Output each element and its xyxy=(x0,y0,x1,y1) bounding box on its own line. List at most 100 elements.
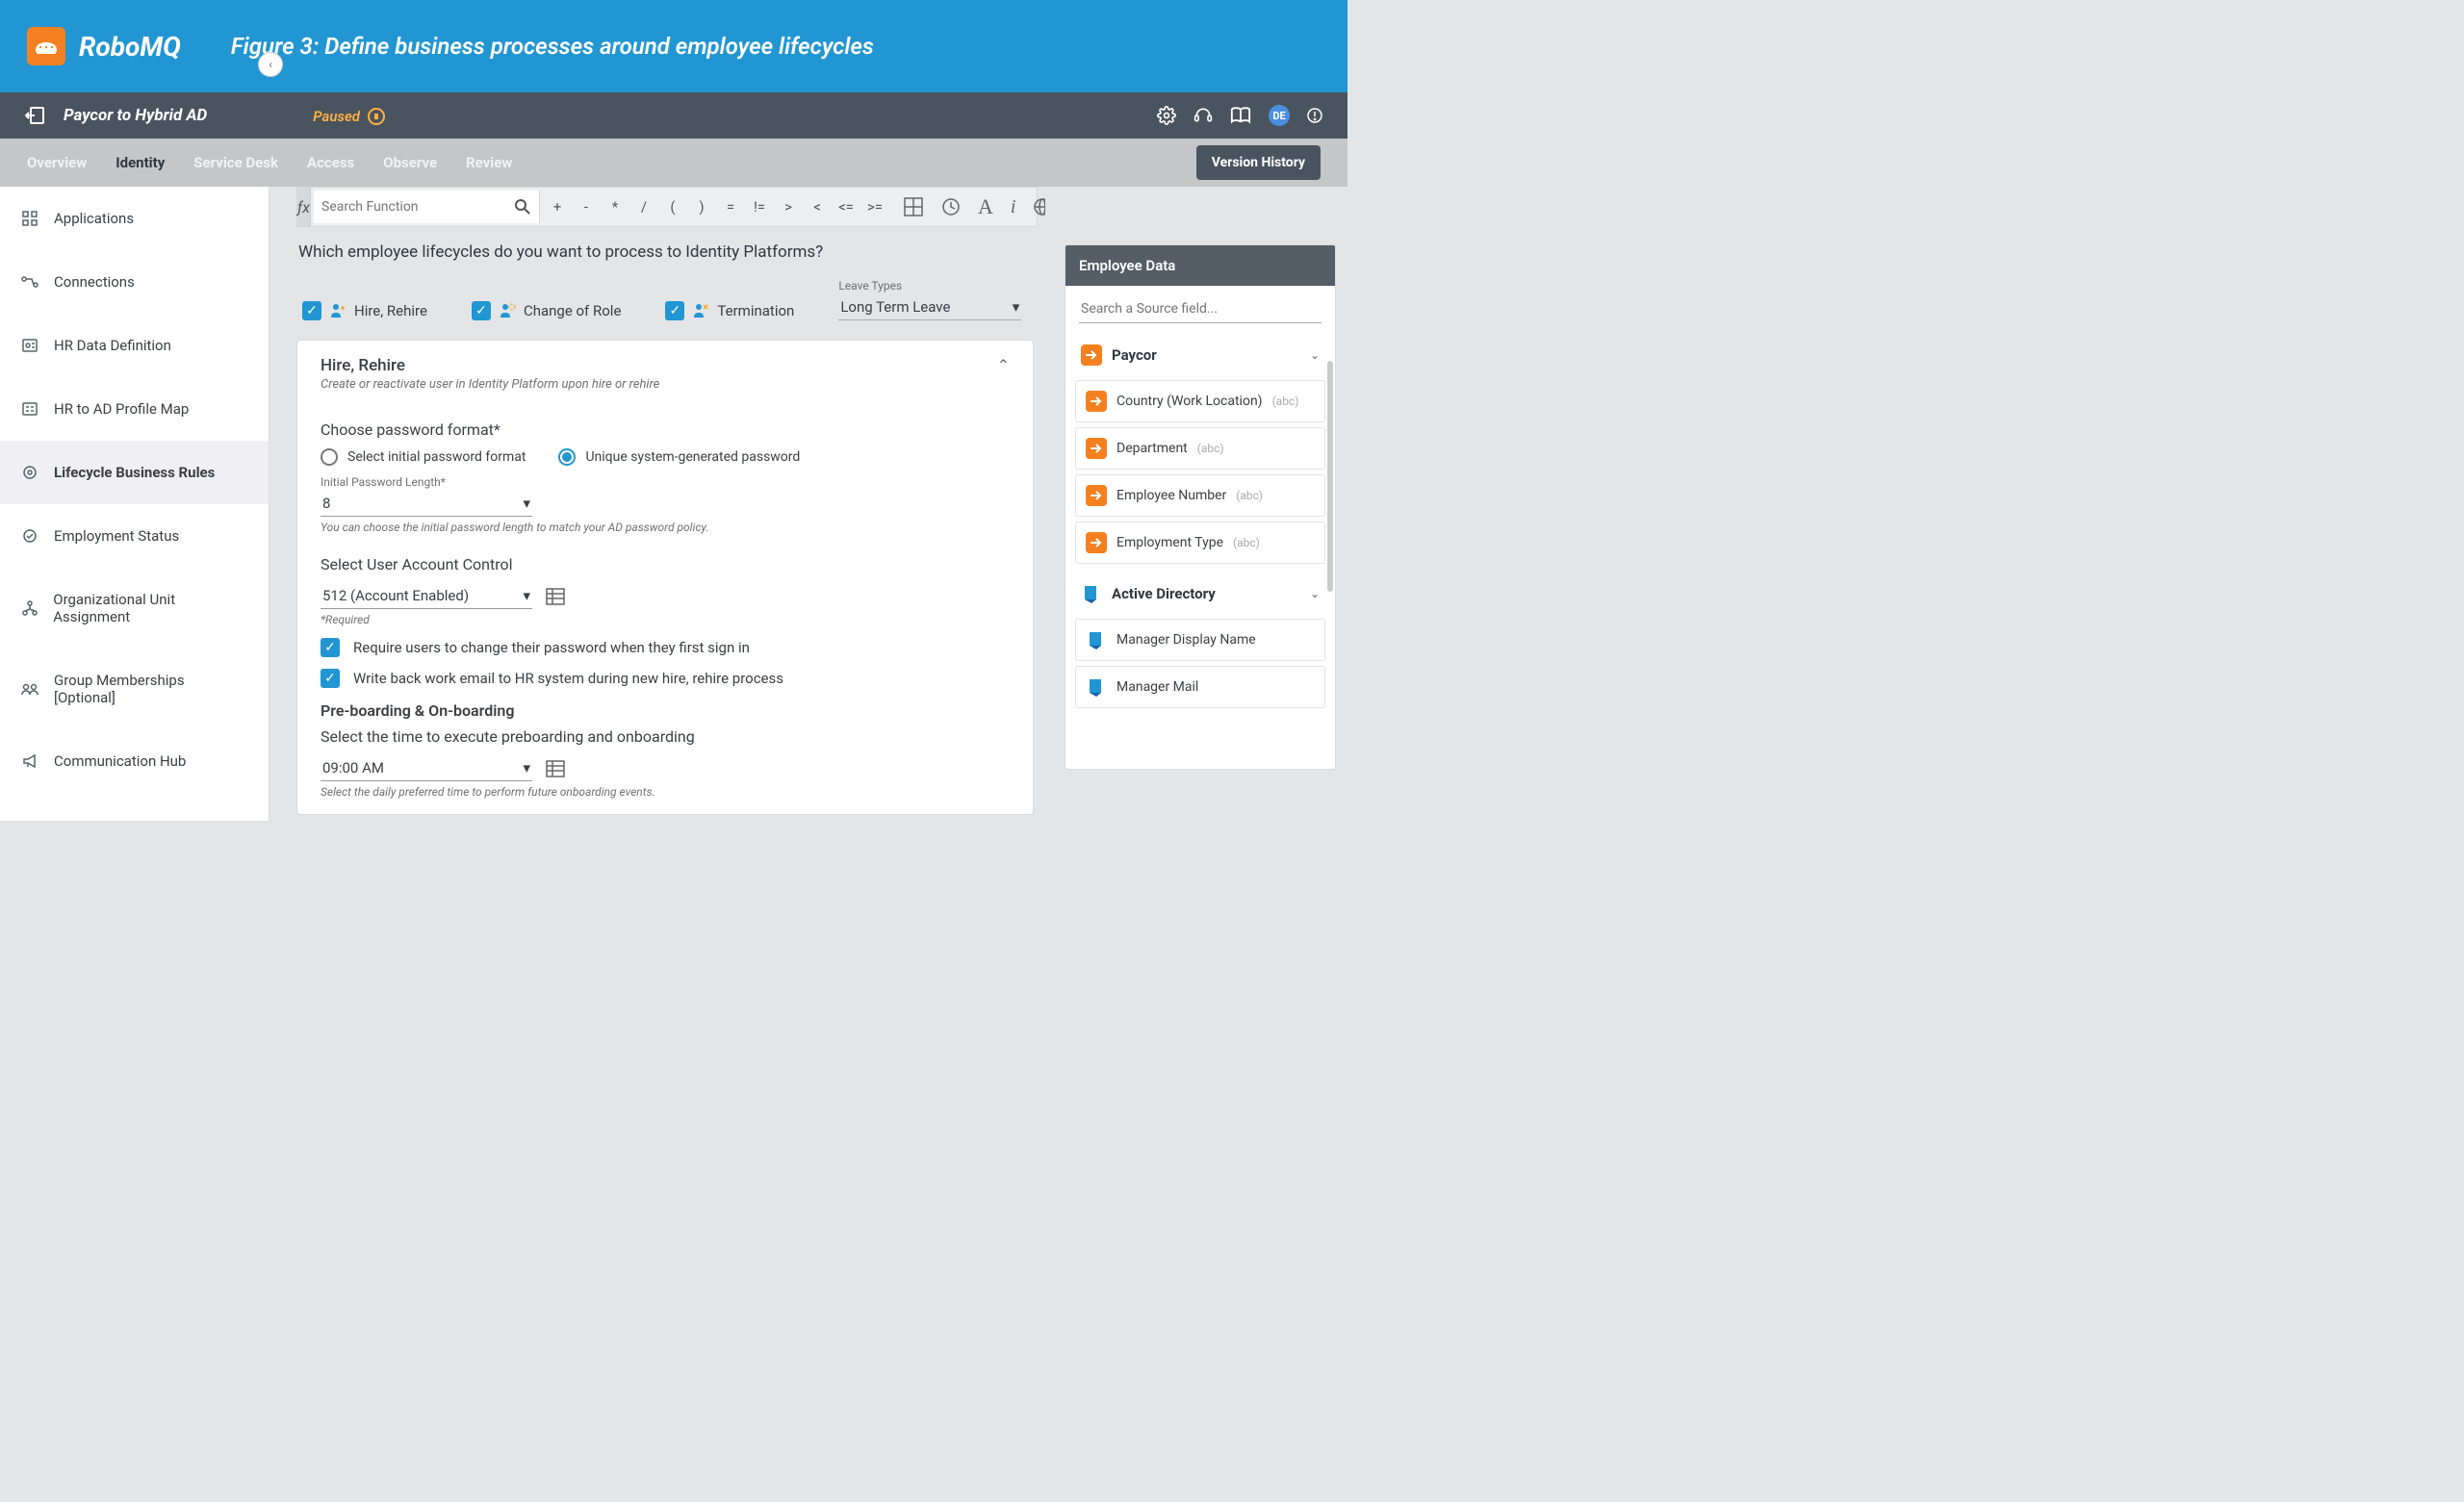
alert-icon[interactable] xyxy=(1307,108,1322,123)
avatar[interactable]: DE xyxy=(1269,105,1290,126)
tabs-row: Overview Identity Service Desk Access Ob… xyxy=(0,139,1348,187)
hire-label: Hire, Rehire xyxy=(354,302,427,319)
op-minus[interactable]: - xyxy=(572,198,601,216)
sidebar-collapse-toggle[interactable]: ‹ xyxy=(258,52,283,77)
pw-system-generated-radio[interactable]: Unique system-generated password xyxy=(558,448,800,466)
paycor-icon xyxy=(1086,485,1107,506)
op-neq[interactable]: != xyxy=(745,198,774,216)
tab-overview[interactable]: Overview xyxy=(27,154,87,171)
megaphone-icon xyxy=(21,754,38,768)
op-rparen[interactable]: ) xyxy=(687,198,716,216)
fx-icon: ƒx xyxy=(297,188,311,226)
sidebar-label: Communication Hub xyxy=(54,752,186,770)
hire-rehire-panel: Hire, Rehire Create or reactivate user i… xyxy=(296,340,1034,815)
info-tool-icon[interactable]: i xyxy=(1011,196,1016,218)
settings-icon[interactable] xyxy=(1157,106,1176,125)
preboarding-heading: Pre-boarding & On-boarding xyxy=(321,701,1010,720)
version-history-button[interactable]: Version History xyxy=(1196,145,1321,180)
tab-review[interactable]: Review xyxy=(466,154,512,171)
tab-observe[interactable]: Observe xyxy=(383,154,437,171)
paycor-icon xyxy=(1081,344,1102,366)
change-icon xyxy=(499,302,516,319)
field-country[interactable]: Country (Work Location) (abc) xyxy=(1075,380,1325,422)
sidebar-item-applications[interactable]: Applications xyxy=(0,187,269,250)
panel-subtitle: Create or reactivate user in Identity Pl… xyxy=(321,377,659,392)
status-paused: Paused xyxy=(313,108,360,125)
leave-types-select[interactable]: Long Term Leave ▾ xyxy=(838,294,1021,320)
field-department[interactable]: Department (abc) xyxy=(1075,427,1325,470)
hire-checkbox[interactable]: ✓ xyxy=(302,301,321,320)
chevron-down-icon: ⌄ xyxy=(1310,348,1320,362)
tab-access[interactable]: Access xyxy=(307,154,354,171)
sidebar-item-ou-assignment[interactable]: Organizational Unit Assignment xyxy=(0,568,269,649)
require-pw-change-label: Require users to change their password w… xyxy=(353,639,750,656)
employee-data-panel: Employee Data Paycor ⌄ Country (Work Loc… xyxy=(1065,244,1336,770)
search-icon[interactable] xyxy=(514,198,531,216)
chevron-down-icon: ⌄ xyxy=(1310,587,1320,600)
pw-length-label: Initial Password Length* xyxy=(321,475,1010,489)
chevron-down-icon: ▾ xyxy=(1013,298,1020,316)
ad-icon xyxy=(1081,583,1102,604)
sidebar-item-hr-data[interactable]: HR Data Definition xyxy=(0,314,269,377)
paycor-group-toggle[interactable]: Paycor ⌄ xyxy=(1075,335,1325,375)
op-lte[interactable]: <= xyxy=(832,198,860,216)
text-tool-icon[interactable]: A xyxy=(978,194,993,219)
sidebar-item-group-memberships[interactable]: Group Memberships [Optional] xyxy=(0,649,269,729)
op-lparen[interactable]: ( xyxy=(658,198,687,216)
clock-tool-icon[interactable] xyxy=(941,197,961,216)
chevron-down-icon: ▾ xyxy=(523,495,530,512)
pw-length-select[interactable]: 8▾ xyxy=(321,491,532,517)
hr-data-icon xyxy=(21,338,38,353)
docs-icon[interactable] xyxy=(1230,106,1251,125)
writeback-checkbox[interactable]: ✓ xyxy=(321,669,340,688)
field-employment-type[interactable]: Employment Type (abc) xyxy=(1075,522,1325,564)
term-checkbox[interactable]: ✓ xyxy=(665,301,684,320)
ad-group-toggle[interactable]: Active Directory ⌄ xyxy=(1075,573,1325,614)
table-lookup-icon[interactable] xyxy=(546,760,565,777)
field-manager-display-name[interactable]: Manager Display Name xyxy=(1075,619,1325,661)
sidebar-item-communication-hub[interactable]: Communication Hub xyxy=(0,729,269,793)
scrollbar[interactable] xyxy=(1327,361,1333,592)
org-icon xyxy=(21,600,38,616)
term-icon xyxy=(692,302,709,319)
globe-tool-icon[interactable] xyxy=(1033,197,1045,216)
panel-title: Hire, Rehire xyxy=(321,356,659,375)
tab-service-desk[interactable]: Service Desk xyxy=(193,154,278,171)
preboard-time-select[interactable]: 09:00 AM▾ xyxy=(321,755,532,781)
sidebar-item-profile-map[interactable]: HR to AD Profile Map xyxy=(0,377,269,441)
uac-select[interactable]: 512 (Account Enabled)▾ xyxy=(321,583,532,609)
change-label: Change of Role xyxy=(524,302,621,319)
brand-header: RoboMQ Figure 3: Define business process… xyxy=(0,0,1348,92)
op-gt[interactable]: > xyxy=(774,198,803,216)
op-eq[interactable]: = xyxy=(716,198,745,216)
status-icon xyxy=(21,528,38,544)
function-search-input[interactable] xyxy=(321,199,514,215)
sidebar-item-lifecycle-rules[interactable]: Lifecycle Business Rules xyxy=(0,441,269,504)
require-pw-change-checkbox[interactable]: ✓ xyxy=(321,638,340,657)
sidebar-label: Applications xyxy=(54,210,134,227)
panel-collapse-toggle[interactable]: ⌃ xyxy=(997,356,1010,374)
preboard-hint: Select the daily preferred time to perfo… xyxy=(321,785,1010,799)
pw-select-format-radio[interactable]: Select initial password format xyxy=(321,448,526,466)
exit-icon[interactable] xyxy=(25,107,44,124)
field-employee-number[interactable]: Employee Number (abc) xyxy=(1075,474,1325,517)
table-lookup-icon[interactable] xyxy=(546,588,565,605)
sidebar-label: Lifecycle Business Rules xyxy=(54,464,215,481)
op-div[interactable]: / xyxy=(629,198,658,216)
connections-icon xyxy=(21,275,38,289)
sidebar-item-connections[interactable]: Connections xyxy=(0,250,269,314)
tab-identity[interactable]: Identity xyxy=(116,154,165,171)
sidebar-label: Employment Status xyxy=(54,527,179,545)
op-plus[interactable]: + xyxy=(543,198,572,216)
support-icon[interactable] xyxy=(1194,106,1213,125)
op-lt[interactable]: < xyxy=(803,198,832,216)
sidebar-item-employment-status[interactable]: Employment Status xyxy=(0,504,269,568)
table-tool-icon[interactable] xyxy=(903,196,924,217)
sidebar-label: Group Memberships [Optional] xyxy=(54,672,247,706)
sidebar-label: Connections xyxy=(54,273,135,291)
change-checkbox[interactable]: ✓ xyxy=(472,301,491,320)
op-gte[interactable]: >= xyxy=(860,198,889,216)
source-field-search-input[interactable] xyxy=(1079,295,1322,323)
field-manager-mail[interactable]: Manager Mail xyxy=(1075,666,1325,708)
op-mult[interactable]: * xyxy=(601,198,629,216)
